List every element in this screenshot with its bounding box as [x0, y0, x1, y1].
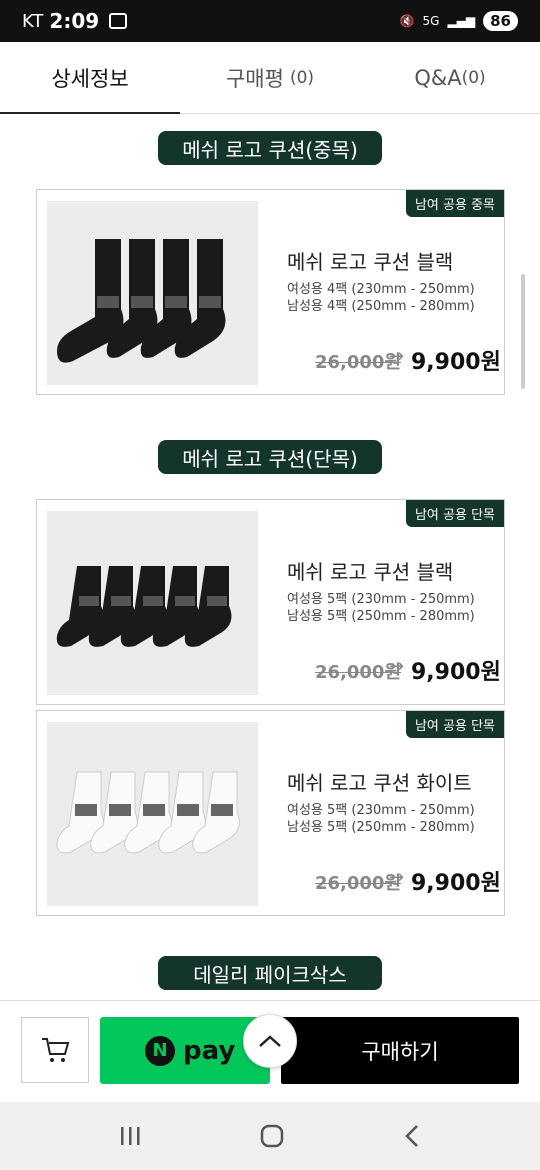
- sale-price: 9,900원: [411, 350, 501, 375]
- product-name: 메쉬 로고 쿠션 화이트: [287, 771, 472, 795]
- product-card[interactable]: 남여 공용 중목 메쉬 로고 쿠션 블랙 여성용 4팩 (230mm - 250…: [36, 189, 505, 395]
- tab-qna-label: Q&A: [414, 65, 462, 90]
- status-icons: 🔇 5G ▂▄▆ 86: [400, 11, 518, 31]
- cart-button[interactable]: [21, 1017, 89, 1083]
- buy-button[interactable]: 구매하기: [281, 1017, 519, 1084]
- detail-tabs: 상세정보 구매평 (0) Q&A (0): [0, 42, 540, 114]
- cart-icon: [42, 1038, 70, 1062]
- product-image: [47, 722, 258, 906]
- section-title-crew: 메쉬 로고 쿠션(중목): [158, 131, 382, 165]
- home-icon[interactable]: [259, 1123, 285, 1149]
- arrow-right-icon: →: [389, 656, 405, 677]
- tab-reviews-label: 구매평: [225, 66, 284, 91]
- tab-reviews[interactable]: 구매평 (0): [180, 42, 360, 113]
- npay-label: pay: [183, 1035, 236, 1066]
- network-type: 5G: [422, 14, 440, 28]
- scroll-top-button[interactable]: [243, 1014, 297, 1068]
- system-nav-bar: [0, 1102, 540, 1170]
- product-card[interactable]: 남여 공용 단목 메쉬 로고 쿠션 블랙 여성용 5팩 (230mm - 250…: [36, 499, 505, 705]
- product-image: [47, 201, 258, 385]
- tab-qna-count: (0): [461, 67, 486, 88]
- product-card[interactable]: 남여 공용 단목 메쉬 로고 쿠션 화이트 여성용 5팩 (230mm - 25…: [36, 710, 505, 916]
- recent-apps-icon[interactable]: [118, 1125, 142, 1147]
- product-name: 메쉬 로고 쿠션 블랙: [287, 250, 454, 274]
- battery-level: 86: [483, 11, 518, 31]
- tab-detail-label: 상세정보: [51, 66, 129, 91]
- sale-price: 9,900원: [411, 871, 501, 896]
- status-bar: KT 2:09 🔇 5G ▂▄▆ 86: [0, 0, 540, 42]
- detail-content[interactable]: 메쉬 로고 쿠션(중목) 남여 공용 중목 메쉬 로고 쿠션 블랙 여성용 4팩…: [0, 114, 540, 1000]
- signal-icon: ▂▄▆: [447, 14, 476, 28]
- scrollbar[interactable]: [521, 274, 525, 389]
- tab-reviews-count: (0): [289, 67, 315, 88]
- product-size-men: 남성용 5팩 (250mm - 280mm): [287, 609, 475, 624]
- arrow-right-icon: →: [389, 867, 405, 888]
- product-size-men: 남성용 5팩 (250mm - 280mm): [287, 820, 475, 835]
- tab-qna[interactable]: Q&A (0): [360, 42, 540, 113]
- section-title-fake: 데일리 페이크삭스: [158, 956, 382, 990]
- product-badge: 남여 공용 단목: [405, 711, 504, 738]
- mute-icon: 🔇: [399, 14, 415, 28]
- product-badge: 남여 공용 중목: [405, 190, 504, 217]
- section-title-ankle: 메쉬 로고 쿠션(단목): [158, 440, 382, 474]
- clock: 2:09: [49, 9, 100, 33]
- product-image: [47, 511, 258, 695]
- arrow-right-icon: →: [389, 346, 405, 367]
- product-name: 메쉬 로고 쿠션 블랙: [287, 560, 454, 584]
- chevron-up-icon: [259, 1035, 281, 1047]
- sale-price: 9,900원: [411, 660, 501, 685]
- product-size-men: 남성용 4팩 (250mm - 280mm): [287, 299, 475, 314]
- screen-record-icon: [109, 13, 128, 29]
- npay-logo-icon: N: [145, 1035, 175, 1066]
- tab-detail[interactable]: 상세정보: [0, 42, 180, 114]
- buy-label: 구매하기: [361, 1039, 439, 1064]
- product-badge: 남여 공용 단목: [405, 500, 504, 527]
- back-icon[interactable]: [402, 1124, 422, 1148]
- carrier: KT: [22, 10, 44, 32]
